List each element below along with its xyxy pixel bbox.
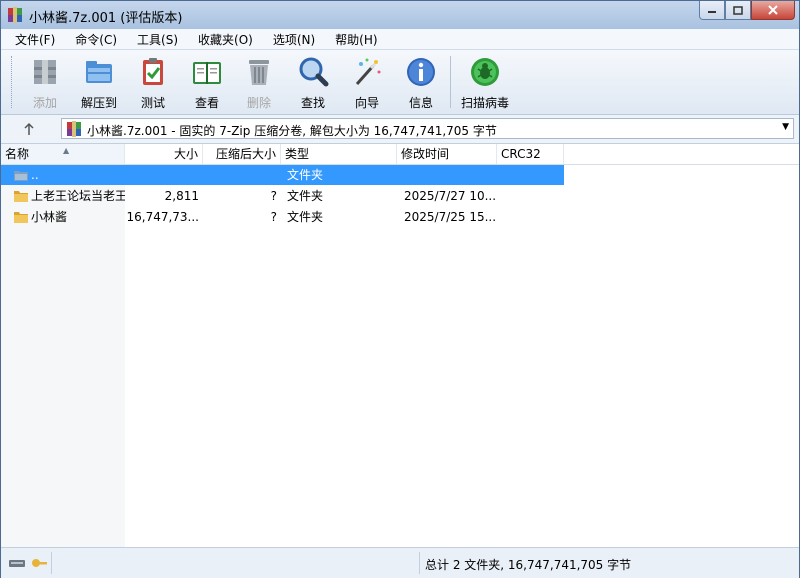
scan-virus-label: 扫描病毒 xyxy=(460,96,509,110)
close-icon xyxy=(768,5,778,15)
list-header: 名称 ▲ 大小 压缩后大小 类型 修改时间 CRC32 xyxy=(1,144,799,165)
view-label: 查看 xyxy=(194,96,219,110)
file-name: 上老王论坛当老王 xyxy=(31,189,125,203)
column-crc-label: CRC32 xyxy=(501,147,541,161)
menu-favorites[interactable]: 收藏夹(O) xyxy=(184,29,259,49)
column-packed-label: 压缩后大小 xyxy=(215,147,276,161)
extract-to-button[interactable]: 解压到 xyxy=(73,54,125,110)
menu-tools[interactable]: 工具(S) xyxy=(123,29,184,49)
title-bar[interactable]: 小林酱.7z.001 (评估版本) xyxy=(1,1,799,29)
menu-file[interactable]: 文件(F) xyxy=(1,29,61,49)
add-button[interactable]: 添加 xyxy=(19,54,71,110)
file-modified: 2025/7/25 15... xyxy=(404,210,496,224)
menu-options[interactable]: 选项(N) xyxy=(259,29,321,49)
drive-key-icon[interactable] xyxy=(5,554,49,572)
address-bar: 小林酱.7z.001 - 固实的 7-Zip 压缩分卷, 解包大小为 16,74… xyxy=(1,115,799,144)
extract-label: 解压到 xyxy=(80,96,117,110)
archive-icon xyxy=(67,121,81,137)
file-name: .. xyxy=(31,168,39,182)
test-label: 测试 xyxy=(140,96,165,110)
info-button[interactable]: 信息 xyxy=(395,54,447,110)
column-header-size[interactable]: 大小 xyxy=(125,144,203,164)
up-folder-icon xyxy=(14,171,28,181)
close-button[interactable] xyxy=(751,1,795,20)
add-label: 添加 xyxy=(32,96,57,110)
wizard-label: 向导 xyxy=(354,96,379,110)
column-header-name[interactable]: 名称 ▲ xyxy=(1,144,125,164)
maximize-icon xyxy=(733,5,743,15)
file-packed-size: ? xyxy=(270,210,277,224)
menu-bar: 文件(F) 命令(C) 工具(S) 收藏夹(O) 选项(N) 帮助(H) xyxy=(1,29,799,50)
toolbar-grip[interactable] xyxy=(11,56,15,108)
window-title: 小林酱.7z.001 (评估版本) xyxy=(29,11,183,26)
arrow-up-icon xyxy=(24,122,34,135)
test-button[interactable]: 测试 xyxy=(127,54,179,110)
toolbar: 添加 解压到 测试 查看 删除 查找 向导 信息 扫描病毒 xyxy=(1,50,799,115)
scan-virus-button[interactable]: 扫描病毒 xyxy=(457,54,513,110)
file-packed-size: ? xyxy=(270,189,277,203)
file-type: 文件夹 xyxy=(287,189,324,203)
file-type: 文件夹 xyxy=(287,210,324,224)
status-summary: 总计 2 文件夹, 16,747,741,705 字节 xyxy=(425,558,632,572)
delete-button[interactable]: 删除 xyxy=(233,54,285,110)
column-header-modified[interactable]: 修改时间 xyxy=(397,144,497,164)
up-one-level-button[interactable] xyxy=(9,119,49,139)
column-name-label: 名称 xyxy=(5,147,30,161)
status-divider xyxy=(51,552,52,574)
extract-folder-icon xyxy=(86,61,112,83)
column-header-packed[interactable]: 压缩后大小 xyxy=(203,144,281,164)
maximize-button[interactable] xyxy=(725,1,751,20)
path-text: 小林酱.7z.001 - 固实的 7-Zip 压缩分卷, 解包大小为 16,74… xyxy=(87,124,497,138)
add-archive-icon xyxy=(34,60,56,84)
view-book-icon xyxy=(193,62,221,84)
virus-scan-icon xyxy=(471,58,499,86)
status-divider xyxy=(419,552,420,574)
folder-icon xyxy=(14,191,28,202)
minimize-icon xyxy=(708,11,716,13)
test-clipboard-icon xyxy=(143,58,163,85)
status-bar: 总计 2 文件夹, 16,747,741,705 字节 xyxy=(1,547,799,578)
file-size: 16,747,73... xyxy=(126,210,199,224)
menu-help[interactable]: 帮助(H) xyxy=(321,29,383,49)
minimize-button[interactable] xyxy=(699,1,725,20)
find-label: 查找 xyxy=(300,96,325,110)
magnifier-icon xyxy=(299,57,329,87)
app-window: 小林酱.7z.001 (评估版本) 文件(F) 命令(C) 工具(S) 收藏夹(… xyxy=(0,0,800,578)
file-name: 小林酱 xyxy=(31,210,68,224)
wizard-button[interactable]: 向导 xyxy=(341,54,393,110)
column-size-label: 大小 xyxy=(173,147,198,161)
file-list[interactable]: 名称 ▲ 大小 压缩后大小 类型 修改时间 CRC32 .. 文件夹 上老王论坛… xyxy=(1,144,799,547)
info-label: 信息 xyxy=(408,96,433,110)
menu-commands[interactable]: 命令(C) xyxy=(61,29,123,49)
column-header-crc[interactable]: CRC32 xyxy=(497,144,564,164)
window-controls xyxy=(699,1,795,21)
file-size: 2,811 xyxy=(164,189,199,203)
file-modified: 2025/7/27 10... xyxy=(404,189,496,203)
winrar-icon xyxy=(8,7,22,23)
sort-ascending-icon: ▲ xyxy=(63,146,70,155)
folder-icon xyxy=(14,212,28,223)
file-type: 文件夹 xyxy=(287,168,324,182)
find-button[interactable]: 查找 xyxy=(287,54,339,110)
info-icon xyxy=(407,58,435,86)
path-combobox[interactable]: 小林酱.7z.001 - 固实的 7-Zip 压缩分卷, 解包大小为 16,74… xyxy=(61,118,794,139)
file-row[interactable]: 上老王论坛当老王 2,811 ? 文件夹 2025/7/27 10... xyxy=(1,186,564,206)
column-type-label: 类型 xyxy=(285,147,310,161)
file-row[interactable]: 小林酱 16,747,73... ? 文件夹 2025/7/25 15... xyxy=(1,207,564,227)
chevron-down-icon[interactable]: ▼ xyxy=(782,122,789,132)
file-row-parent[interactable]: .. 文件夹 xyxy=(1,165,564,185)
delete-label: 删除 xyxy=(246,96,271,110)
toolbar-separator xyxy=(450,56,451,108)
column-modified-label: 修改时间 xyxy=(401,147,450,161)
column-header-type[interactable]: 类型 xyxy=(281,144,397,164)
trash-icon xyxy=(249,60,269,85)
view-button[interactable]: 查看 xyxy=(181,54,233,110)
magic-wand-icon xyxy=(355,58,381,85)
